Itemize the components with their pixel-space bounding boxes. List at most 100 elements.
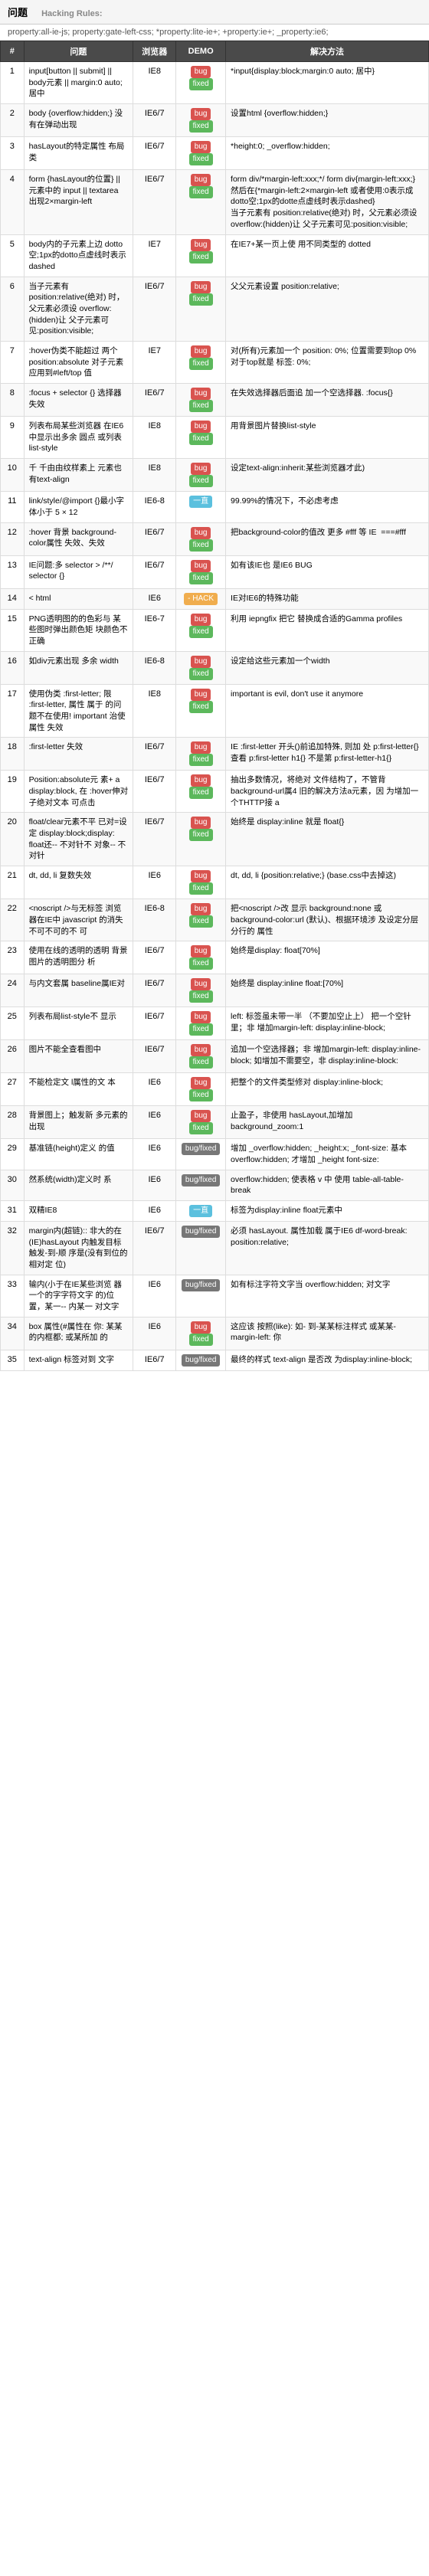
table-header: # 问题 浏览器 DEMO 解决方法 <box>1 41 429 62</box>
badge-bug: bug <box>191 345 211 358</box>
table-row: 12:hover 背景 background-color属性 失效、失效IE6/… <box>1 522 429 555</box>
row-demo-badges: bug fixed <box>176 941 226 974</box>
row-browser: IE6 <box>133 1106 176 1139</box>
badge-fixed: fixed <box>189 829 213 841</box>
row-number: 19 <box>1 771 25 813</box>
table-row: 22<noscript />与无标签 浏览器在IE中 javascript 的消… <box>1 899 429 941</box>
row-number: 29 <box>1 1139 25 1170</box>
row-number: 27 <box>1 1073 25 1106</box>
row-issue: 列表布局list-style不 显示 <box>24 1007 133 1040</box>
row-fix: dt, dd, li {position:relative;} (base.cs… <box>226 866 429 899</box>
table-body: 1input[button || submit] || body元素 || ma… <box>1 62 429 1371</box>
row-browser: IE8 <box>133 62 176 104</box>
row-issue: 然系统(width)定义时 系 <box>24 1170 133 1200</box>
row-demo-badges: bug fixed <box>176 170 226 234</box>
badge-fixed: fixed <box>189 957 213 970</box>
row-browser: IE6/7 <box>133 1221 176 1275</box>
badge-fixed: fixed <box>189 78 213 90</box>
row-demo-badges: bug fixed <box>176 459 226 492</box>
row-number: 8 <box>1 384 25 417</box>
row-fix: 这应该 按照(like): 如- 到-某某标注样式 或某某- margin-le… <box>226 1317 429 1350</box>
row-number: 33 <box>1 1275 25 1317</box>
row-browser: IE6/7 <box>133 384 176 417</box>
row-issue: 双精IE8 <box>24 1200 133 1221</box>
row-fix: 把<noscript />改 显示 background:none 或backg… <box>226 899 429 941</box>
row-demo-badges: 一直 <box>176 492 226 522</box>
col-header-browser: 浏览器 <box>133 41 176 62</box>
table-row: 23使用在线的透明的透明 背景图片的透明图分 析IE6/7bug fixed始终… <box>1 941 429 974</box>
badge-bug: bug <box>191 66 211 78</box>
row-number: 1 <box>1 62 25 104</box>
row-browser: IE6/7 <box>133 104 176 137</box>
row-number: 25 <box>1 1007 25 1040</box>
table-row: 31双精IE8IE6一直标签为display:inline float元素中 <box>1 1200 429 1221</box>
row-fix: 如有标注字符文字当 overflow:hidden; 对文字 <box>226 1275 429 1317</box>
row-fix: 对(所有)元素加一个 position: 0%; 位置需要到top 0%对于to… <box>226 342 429 384</box>
row-demo-badges: bug fixed <box>176 1007 226 1040</box>
row-fix: 在IE7+某一页上使 用不同类型的 dotted <box>226 234 429 277</box>
badge-fixed: fixed <box>189 1334 213 1346</box>
badge-bug: bug <box>191 945 211 957</box>
row-issue: IE问题:多 selector > /**/ selector {} <box>24 555 133 588</box>
table-row: 6当子元素有 position:relative(绝对) 时，父元素必须设 ov… <box>1 277 429 341</box>
badge-bug: bug <box>191 870 211 882</box>
badge-bug/fixed: bug/fixed <box>182 1226 221 1238</box>
row-fix: 设定给这些元素加一个width <box>226 651 429 684</box>
row-fix: left: 标签虽未带一半 （不要加空止上） 把一个空针里；非 增加margin… <box>226 1007 429 1040</box>
row-demo-badges: bug/fixed <box>176 1170 226 1200</box>
badge-fixed: fixed <box>189 475 213 487</box>
badge-bug: bug <box>191 1077 211 1089</box>
row-fix: form div/*margin-left:xxx;*/ form div{ma… <box>226 170 429 234</box>
row-issue: 背景图上；触发新 多元素的出现 <box>24 1106 133 1139</box>
row-issue: :focus + selector {} 选择器失效 <box>24 384 133 417</box>
table-row: 4form {hasLayout的位置} || 元素中的 input || te… <box>1 170 429 234</box>
row-demo-badges: bug fixed <box>176 234 226 277</box>
row-fix: 增加 _overflow:hidden; _height:x; _font-si… <box>226 1139 429 1170</box>
row-issue: 使用伪类 :first-letter; 限 :first-letter, 属性 … <box>24 684 133 738</box>
badge-bug: bug <box>191 388 211 400</box>
table-row: 14< htmlIE6- HACKIE对IE6的特殊功能 <box>1 588 429 609</box>
row-fix: 设定text-align:inherit:某些浏览器才此) <box>226 459 429 492</box>
row-browser: IE6/7 <box>133 1007 176 1040</box>
badge-fixed: fixed <box>189 701 213 713</box>
row-demo-badges: bug fixed <box>176 104 226 137</box>
row-issue: link/style/@import {}最小字体小于 5 × 12 <box>24 492 133 522</box>
row-number: 35 <box>1 1350 25 1370</box>
title-extra: Hacking Rules: <box>41 9 102 18</box>
row-issue: 使用在线的透明的透明 背景图片的透明图分 析 <box>24 941 133 974</box>
badge-fixed: fixed <box>189 153 213 165</box>
badge-一直: 一直 <box>189 496 212 508</box>
table-row: 35text-align 标签对到 文字IE6/7bug/fixed最终的样式 … <box>1 1350 429 1370</box>
row-demo-badges: bug fixed <box>176 522 226 555</box>
table-row: 8:focus + selector {} 选择器失效IE6/7bug fixe… <box>1 384 429 417</box>
row-demo-badges: bug fixed <box>176 1317 226 1350</box>
badge-fixed: fixed <box>189 787 213 799</box>
table-row: 10千 千由由纹样素上 元素也有text-alignIE8bug fixed设定… <box>1 459 429 492</box>
row-demo-badges: bug fixed <box>176 813 226 866</box>
row-browser: IE6/7 <box>133 522 176 555</box>
table-row: 26图片不能全查看图中IE6/7bug fixed追加一个空选择器；非 增加ma… <box>1 1040 429 1073</box>
row-fix: 始终是display: float[70%] <box>226 941 429 974</box>
row-fix: 用背景图片替换list-style <box>226 417 429 459</box>
row-issue: 如div元素出现 多余 width <box>24 651 133 684</box>
row-browser: IE6 <box>133 1275 176 1317</box>
row-browser: IE6 <box>133 1317 176 1350</box>
badge-bug: bug <box>191 527 211 539</box>
row-browser: IE6 <box>133 1170 176 1200</box>
row-fix: 如有该IE也 是IE6 BUG <box>226 555 429 588</box>
row-demo-badges: bug fixed <box>176 342 226 384</box>
row-issue: body内的子元素上边 dotto空;1px的dotto点虚线时表示dashed <box>24 234 133 277</box>
row-issue: margin内(超链):: 非大的在(IE)hasLayout 内触发目标触发-… <box>24 1221 133 1275</box>
row-browser: IE7 <box>133 234 176 277</box>
row-browser: IE7 <box>133 342 176 384</box>
row-fix: IE对IE6的特殊功能 <box>226 588 429 609</box>
badge-一直: 一直 <box>189 1205 212 1217</box>
row-issue: 与内文套属 baseline属IE对 <box>24 974 133 1007</box>
row-browser: IE6/7 <box>133 277 176 341</box>
row-demo-badges: bug/fixed <box>176 1221 226 1275</box>
row-number: 20 <box>1 813 25 866</box>
badge-bug/fixed: bug/fixed <box>182 1279 221 1291</box>
row-demo-badges: bug fixed <box>176 1106 226 1139</box>
badge-bug/fixed: bug/fixed <box>182 1143 221 1155</box>
table-row: 7:hover伪类不能超过 两个position:absolute 对子元素应用… <box>1 342 429 384</box>
